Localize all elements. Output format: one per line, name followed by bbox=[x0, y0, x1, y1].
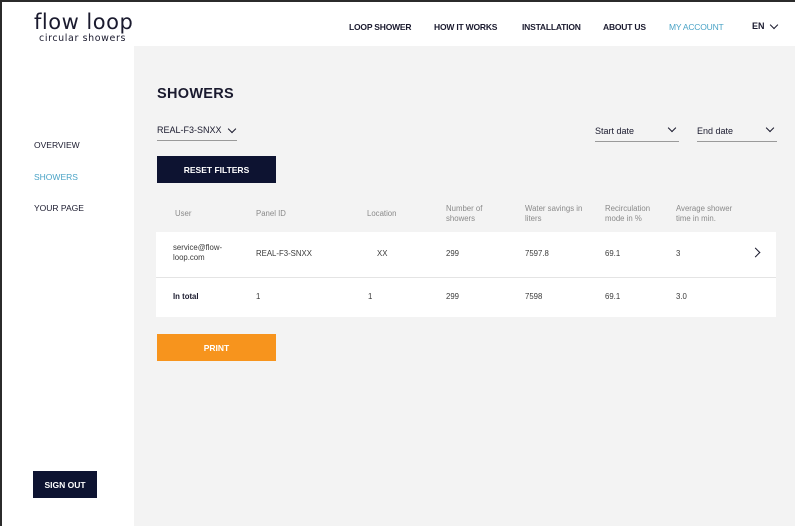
nav-about-us[interactable]: ABOUT US bbox=[603, 22, 646, 32]
cell-total-avg-shower-time: 3.0 bbox=[676, 292, 687, 301]
language-label: EN bbox=[752, 21, 765, 31]
chevron-right-icon[interactable] bbox=[750, 247, 761, 258]
cell-user: service@flow-loop.com bbox=[173, 243, 223, 262]
cell-total-recirculation: 69.1 bbox=[605, 292, 621, 301]
nav-how-it-works[interactable]: HOW IT WORKS bbox=[434, 22, 497, 32]
panel-id-select[interactable]: REAL-F3-SNXX bbox=[157, 124, 237, 141]
table-row[interactable]: service@flow-loop.com REAL-F3-SNXX XX 29… bbox=[156, 232, 776, 277]
nav-installation[interactable]: INSTALLATION bbox=[522, 22, 581, 32]
cell-total-panel-id: 1 bbox=[256, 292, 261, 301]
column-header-number-of-showers: Number of showers bbox=[446, 204, 483, 223]
nav-my-account[interactable]: MY ACCOUNT bbox=[669, 22, 724, 32]
column-header-recirculation: Recirculation mode in % bbox=[605, 204, 651, 223]
cell-total-location: 1 bbox=[368, 292, 373, 301]
cell-recirculation: 69.1 bbox=[605, 249, 621, 258]
cell-avg-shower-time: 3 bbox=[676, 249, 681, 258]
chevron-down-icon bbox=[227, 124, 236, 134]
sign-out-button[interactable]: SIGN OUT bbox=[33, 471, 97, 498]
start-date-label: Start date bbox=[595, 126, 635, 136]
print-button[interactable]: PRINT bbox=[157, 334, 276, 361]
top-header: flow loop circular showers LOOP SHOWER H… bbox=[2, 2, 795, 46]
cell-location: XX bbox=[377, 249, 388, 258]
main-content: SHOWERS REAL-F3-SNXX Start date End date… bbox=[134, 46, 795, 526]
page-title: SHOWERS bbox=[157, 86, 235, 102]
logo[interactable]: flow loop circular showers bbox=[34, 10, 134, 45]
column-header-water-savings: Water savings in liters bbox=[525, 204, 583, 223]
column-header-user: User bbox=[175, 209, 192, 218]
nav-loop-shower[interactable]: LOOP SHOWER bbox=[349, 22, 412, 32]
sidebar-item-showers[interactable]: SHOWERS bbox=[34, 172, 78, 182]
logo-wordmark: flow loop bbox=[34, 10, 134, 34]
table-total-row: In total 1 1 299 7598 69.1 3.0 bbox=[156, 277, 776, 317]
cell-total-number-of-showers: 299 bbox=[446, 292, 460, 301]
column-header-panel-id: Panel ID bbox=[256, 209, 286, 218]
column-header-avg-shower-time: Average shower time in min. bbox=[676, 204, 733, 223]
cell-total-water-savings: 7598 bbox=[525, 292, 543, 301]
reset-filters-button[interactable]: RESET FILTERS bbox=[157, 156, 276, 183]
chevron-down-icon bbox=[765, 123, 775, 133]
cell-total-label: In total bbox=[173, 292, 199, 301]
end-date-label: End date bbox=[697, 126, 734, 136]
logo-tagline: circular showers bbox=[39, 33, 127, 44]
column-header-location: Location bbox=[367, 209, 397, 218]
cell-number-of-showers: 299 bbox=[446, 249, 460, 258]
cell-water-savings: 7597.8 bbox=[525, 249, 549, 258]
sidebar-item-your-page[interactable]: YOUR PAGE bbox=[34, 203, 84, 213]
chevron-down-icon bbox=[769, 20, 778, 29]
end-date-select[interactable]: End date bbox=[697, 123, 777, 142]
panel-id-select-value: REAL-F3-SNXX bbox=[157, 125, 222, 135]
chevron-down-icon bbox=[667, 123, 677, 133]
language-selector[interactable]: EN bbox=[752, 20, 778, 31]
sidebar-item-overview[interactable]: OVERVIEW bbox=[34, 140, 80, 150]
start-date-select[interactable]: Start date bbox=[595, 123, 679, 142]
cell-panel-id: REAL-F3-SNXX bbox=[256, 249, 312, 258]
